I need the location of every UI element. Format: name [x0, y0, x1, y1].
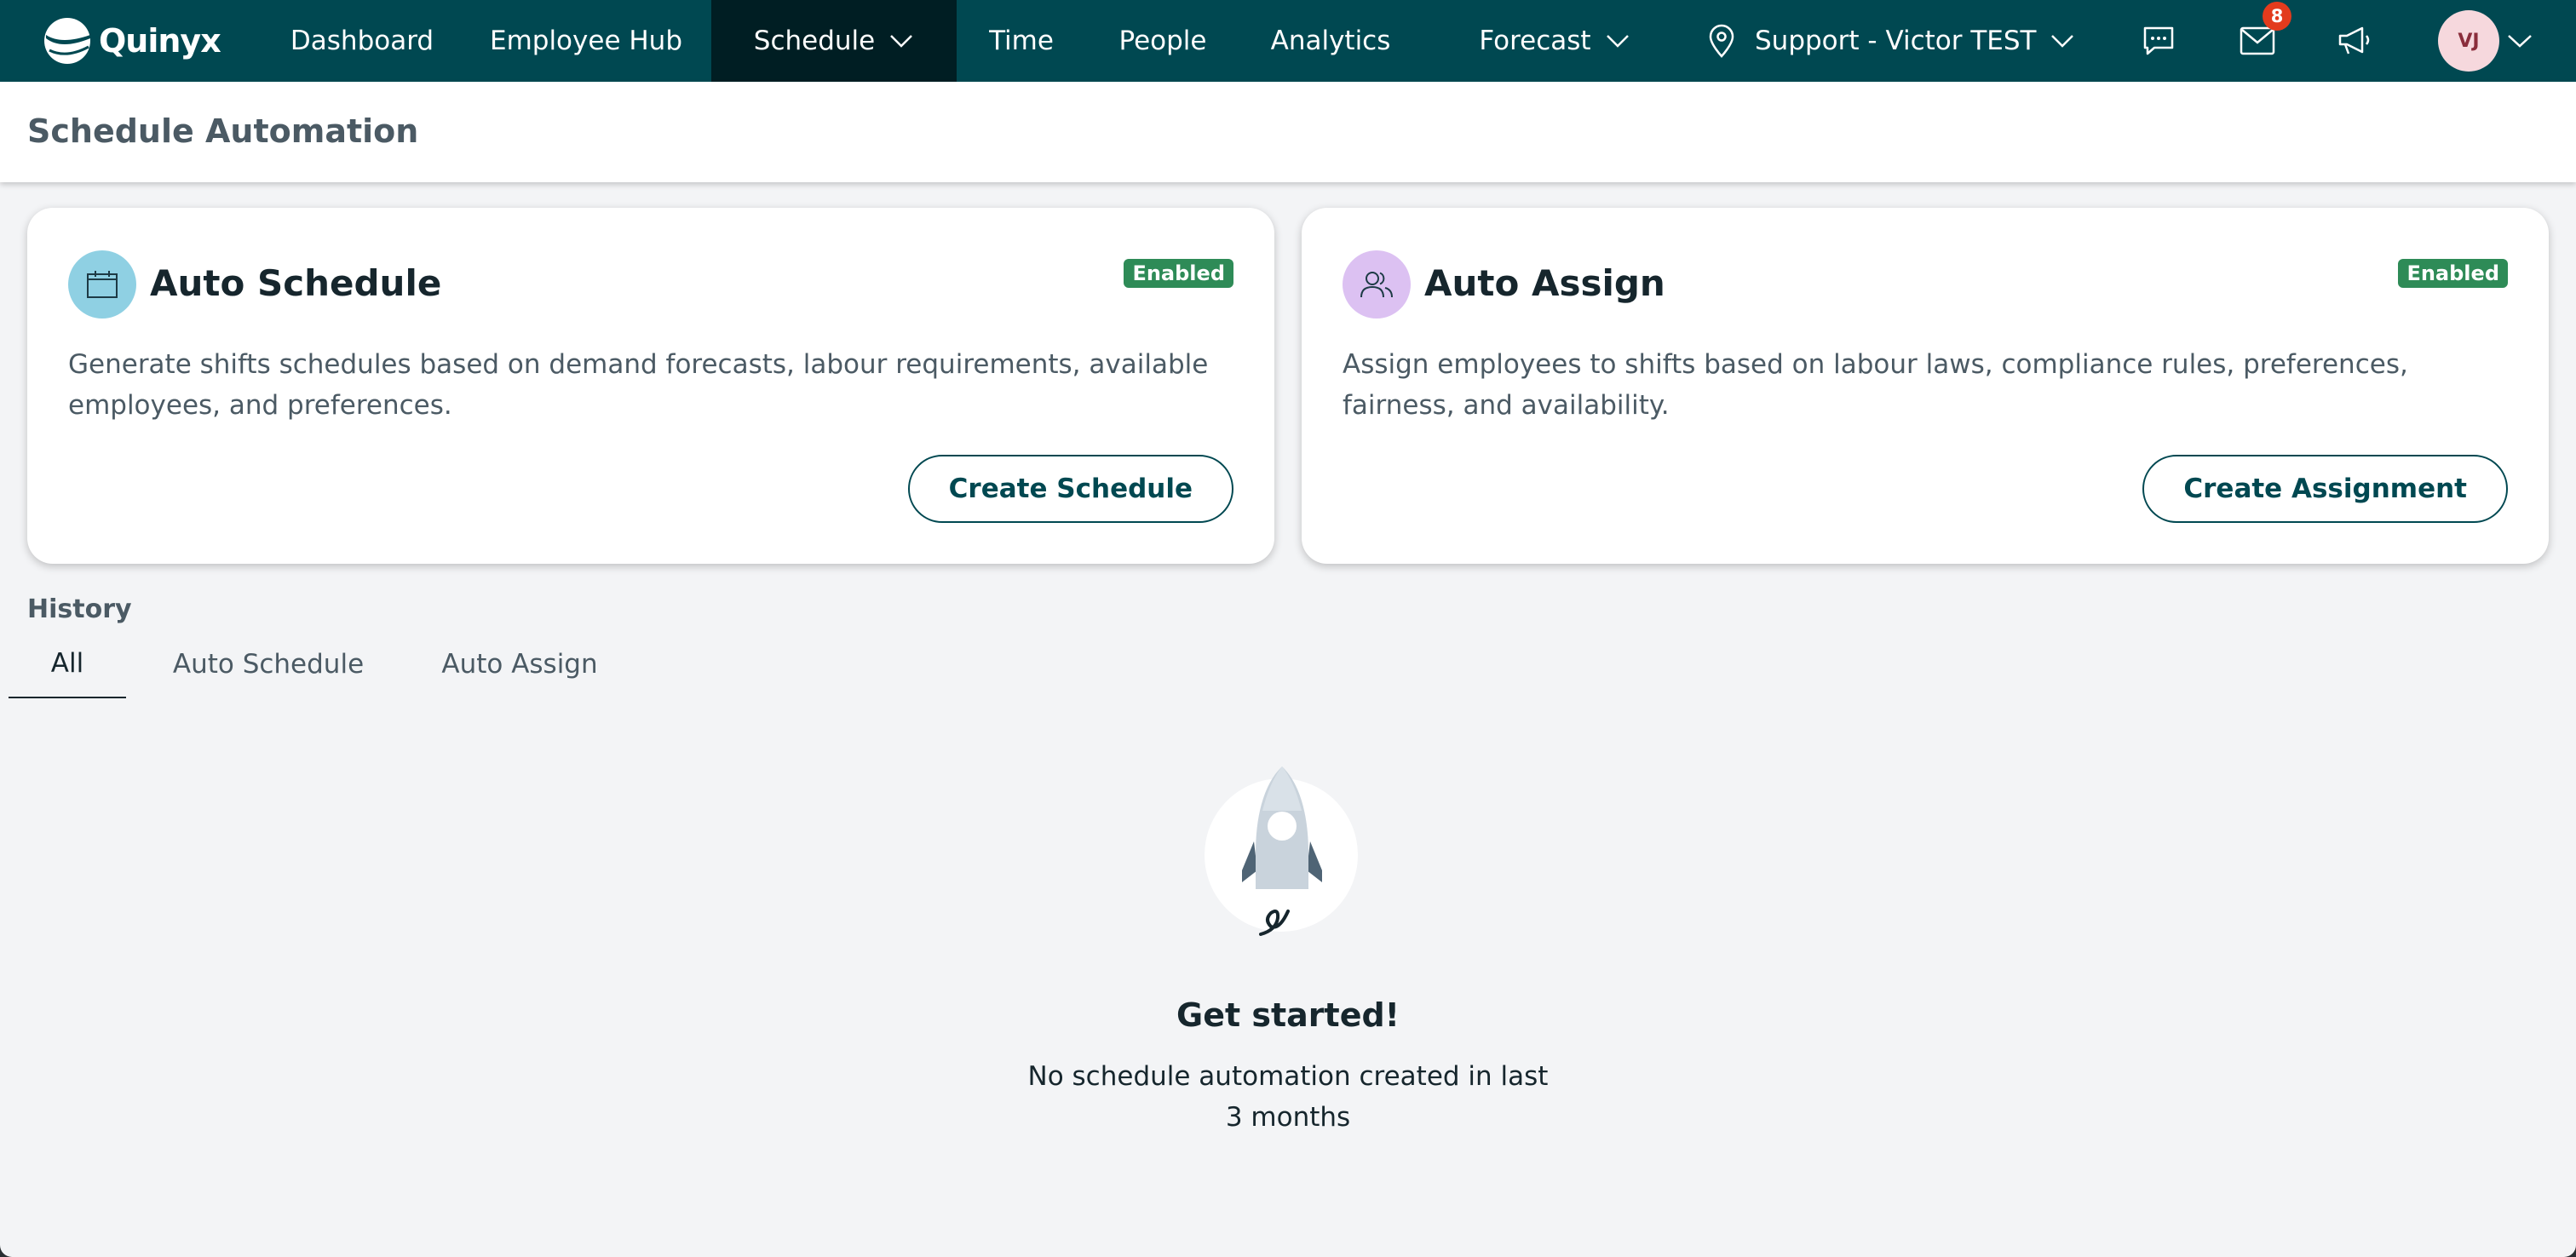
brand-name: Quinyx — [99, 22, 221, 60]
nav-schedule[interactable]: Schedule — [711, 0, 957, 82]
auto-schedule-card: Auto Schedule Enabled Generate shifts sc… — [27, 208, 1274, 564]
location-selector[interactable]: Support - Victor TEST — [1707, 0, 2075, 82]
tab-auto-schedule[interactable]: Auto Schedule — [162, 630, 375, 698]
tab-auto-assign-label: Auto Assign — [441, 649, 598, 680]
tab-all[interactable]: All — [9, 630, 126, 698]
auto-assign-description: Assign employees to shifts based on labo… — [1343, 349, 2408, 421]
empty-state-text: No schedule automation created in last 3… — [1027, 1061, 1549, 1133]
nav-forecast[interactable]: Forecast — [1457, 0, 1653, 82]
users-icon — [1360, 272, 1393, 298]
chevron-down-icon — [890, 35, 913, 48]
nav-time[interactable]: Time — [971, 0, 1072, 82]
history-tabs: All Auto Schedule Auto Assign — [9, 630, 605, 698]
auto-schedule-title: Auto Schedule — [150, 262, 442, 304]
location-pin-icon — [1709, 24, 1734, 58]
chat-button[interactable] — [2133, 0, 2184, 82]
tab-all-label: All — [50, 648, 84, 679]
notification-badge: 8 — [2263, 2, 2291, 31]
nav-time-label: Time — [989, 26, 1054, 56]
nav-dashboard[interactable]: Dashboard — [274, 0, 450, 82]
empty-state-title: Get started! — [1176, 996, 1400, 1034]
tab-auto-schedule-label: Auto Schedule — [172, 649, 365, 680]
nav-people-label: People — [1118, 26, 1207, 56]
nav-dashboard-label: Dashboard — [290, 26, 434, 56]
nav-forecast-label: Forecast — [1479, 26, 1591, 56]
nav-employee-hub-label: Employee Hub — [489, 26, 683, 56]
nav-analytics-label: Analytics — [1270, 26, 1391, 56]
announcements-button[interactable] — [2329, 0, 2380, 82]
rocket-icon — [1205, 766, 1358, 936]
status-badge: Enabled — [1124, 259, 1233, 288]
avatar-initials: VJ — [2458, 30, 2480, 52]
status-badge: Enabled — [2398, 259, 2508, 288]
avatar[interactable]: VJ — [2438, 10, 2499, 72]
chat-icon — [2143, 26, 2174, 55]
location-label: Support - Victor TEST — [1755, 26, 2037, 56]
calendar-icon — [87, 271, 118, 298]
chevron-down-icon — [2051, 35, 2074, 48]
megaphone-icon — [2338, 26, 2370, 55]
nav-employee-hub[interactable]: Employee Hub — [477, 0, 695, 82]
auto-assign-icon-circle — [1343, 250, 1411, 319]
page-title: Schedule Automation — [27, 112, 419, 150]
nav-analytics[interactable]: Analytics — [1257, 0, 1404, 82]
auto-schedule-description: Generate shifts schedules based on deman… — [68, 349, 1209, 421]
nav-people[interactable]: People — [1101, 0, 1225, 82]
quinyx-logo[interactable]: Quinyx — [43, 15, 221, 66]
messages-button[interactable]: 8 — [2232, 0, 2291, 82]
tab-auto-assign[interactable]: Auto Assign — [417, 630, 622, 698]
page-header: Schedule Automation — [0, 82, 2576, 182]
auto-assign-title: Auto Assign — [1424, 262, 1665, 304]
chevron-down-icon — [1606, 35, 1629, 48]
create-assignment-button[interactable]: Create Assignment — [2142, 455, 2508, 523]
create-schedule-button[interactable]: Create Schedule — [907, 455, 1233, 523]
nav-schedule-label: Schedule — [753, 26, 876, 56]
auto-schedule-icon-circle — [68, 250, 136, 319]
auto-assign-card: Auto Assign Enabled Assign employees to … — [1302, 208, 2549, 564]
app-frame: Quinyx Dashboard Employee Hub Schedule T… — [0, 0, 2576, 1257]
history-heading: History — [27, 594, 132, 624]
chevron-down-icon[interactable] — [2506, 33, 2533, 49]
quinyx-logo-icon — [44, 18, 90, 64]
top-navigation: Quinyx Dashboard Employee Hub Schedule T… — [0, 0, 2576, 82]
mail-icon — [2240, 26, 2275, 55]
